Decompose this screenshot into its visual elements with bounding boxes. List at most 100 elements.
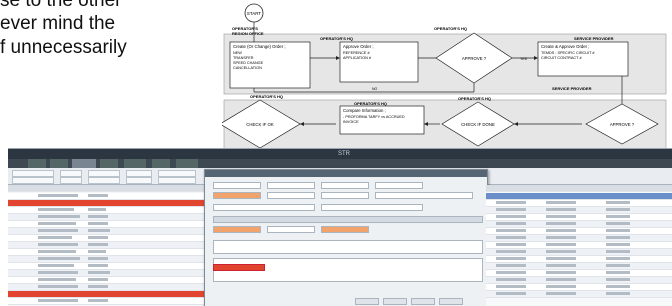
form-field[interactable] (321, 192, 369, 199)
form-grid[interactable] (213, 240, 483, 254)
ribbon-button[interactable] (12, 177, 54, 184)
article-line-1: se to the other (0, 0, 122, 11)
dialog-button[interactable] (439, 298, 463, 305)
menu-item[interactable] (72, 159, 96, 168)
ribbon-button[interactable] (60, 170, 82, 177)
table-row[interactable] (8, 235, 206, 242)
table-row[interactable] (486, 291, 672, 298)
table-row[interactable] (8, 242, 206, 249)
table-row[interactable] (8, 207, 206, 214)
table-row[interactable] (486, 256, 672, 263)
ribbon-button[interactable] (126, 170, 152, 177)
table-row-selected[interactable] (8, 200, 206, 207)
table-row[interactable] (486, 270, 672, 277)
ribbon-button[interactable] (126, 177, 152, 184)
no-label: NO (372, 87, 378, 91)
ribbon-button[interactable] (88, 170, 120, 177)
form-field[interactable] (267, 226, 315, 233)
lane-label-hq-diamond-mid: OPERATOR'S HQ (458, 96, 491, 101)
form-field-highlight[interactable] (213, 192, 261, 199)
box-create-approve-item: CIRCUIT CONTRACT # (541, 56, 582, 60)
table-row[interactable] (486, 228, 672, 235)
form-field[interactable] (267, 182, 315, 189)
decision-approve-top-label: APPROVE ? (462, 56, 487, 61)
form-field[interactable] (321, 204, 423, 211)
decision-approve-mid-label: APPROVE ? (610, 122, 635, 127)
box-create-order-item: SPEED CHANGE (233, 61, 264, 65)
table-row[interactable] (8, 270, 206, 277)
table-row[interactable] (486, 221, 672, 228)
table-row[interactable] (8, 277, 206, 284)
box-create-order-title: Create (Or Change) Order ; (233, 44, 286, 49)
table-row[interactable] (8, 256, 206, 263)
box-approve-order-item: REFERENCE # (343, 51, 370, 55)
table-row[interactable] (486, 249, 672, 256)
menu-item[interactable] (152, 159, 170, 168)
menu-item[interactable] (176, 159, 198, 168)
menu-item[interactable] (50, 159, 68, 168)
table-row[interactable] (486, 214, 672, 221)
table-row[interactable] (8, 249, 206, 256)
table-row[interactable] (486, 200, 672, 207)
box-create-approve-item: TEMDS : SPECIFIC CIRCUIT # (541, 51, 595, 55)
app-screenshot: STR (8, 148, 672, 306)
start-label: START (247, 11, 262, 16)
form-field-highlight[interactable] (213, 226, 261, 233)
detail-row-selected[interactable] (213, 264, 265, 271)
yes-label: YES (520, 57, 528, 61)
table-row[interactable] (486, 242, 672, 249)
box-compare-info-title: Compare Information ; (343, 108, 386, 113)
menu-item[interactable] (100, 159, 118, 168)
ribbon-button[interactable] (60, 177, 82, 184)
lane-label-hq-diamond-top: OPERATOR'S HQ (434, 26, 467, 31)
box-create-order-item: NEW (233, 51, 242, 55)
table-row[interactable] (8, 221, 206, 228)
form-field[interactable] (321, 182, 369, 189)
form-field[interactable] (213, 204, 315, 211)
table-row[interactable] (8, 298, 206, 305)
dialog-button[interactable] (355, 298, 379, 305)
form-field[interactable] (267, 192, 315, 199)
article-line-3: f unnecessarily (0, 37, 127, 58)
lane-label-hq-top: OPERATOR'S HQ (320, 36, 353, 41)
form-section (213, 216, 483, 223)
ribbon-button[interactable] (12, 170, 54, 177)
menu-item[interactable] (28, 159, 46, 168)
orders-grid-right (486, 185, 672, 306)
grid-header (8, 185, 206, 192)
order-edit-dialog (204, 169, 488, 306)
form-field[interactable] (375, 192, 473, 199)
form-field-highlight[interactable] (321, 226, 369, 233)
table-row-selected[interactable] (8, 291, 206, 298)
table-row[interactable] (486, 263, 672, 270)
table-row-selected[interactable] (486, 193, 672, 200)
article-line-2: ever mind the (0, 13, 116, 34)
table-row[interactable] (8, 284, 206, 291)
grid-header (486, 185, 672, 192)
box-approve-order-title: Approve Order ; (343, 44, 374, 49)
ribbon-button[interactable] (158, 170, 196, 177)
table-row[interactable] (486, 277, 672, 284)
dialog-button[interactable] (411, 298, 435, 305)
lane-label-provider-top: SERVICE PROVIDER (574, 36, 614, 41)
process-flowchart: START OPERATOR'S REGION OFFICE OPERATOR'S… (222, 3, 667, 165)
box-create-approve-title: Create & Approve Order ; (541, 44, 589, 49)
form-field[interactable] (213, 182, 261, 189)
table-row[interactable] (486, 235, 672, 242)
table-row[interactable] (486, 207, 672, 214)
lane-label-provider-mid: SERVICE PROVIDER (552, 86, 592, 91)
table-row[interactable] (486, 284, 672, 291)
form-field[interactable] (375, 182, 423, 189)
orders-grid-left (8, 185, 207, 306)
decision-check-ok-label: CHECK IF OK (246, 122, 274, 127)
table-row[interactable] (8, 214, 206, 221)
app-menu-bar (8, 159, 672, 168)
ribbon-button[interactable] (88, 177, 120, 184)
menu-item[interactable] (124, 159, 146, 168)
lane-label-region-office: OPERATOR'S REGION OFFICE (232, 26, 264, 36)
table-row[interactable] (8, 263, 206, 270)
dialog-button[interactable] (383, 298, 407, 305)
ribbon-button[interactable] (158, 177, 196, 184)
table-row[interactable] (8, 228, 206, 235)
table-row[interactable] (8, 193, 206, 200)
